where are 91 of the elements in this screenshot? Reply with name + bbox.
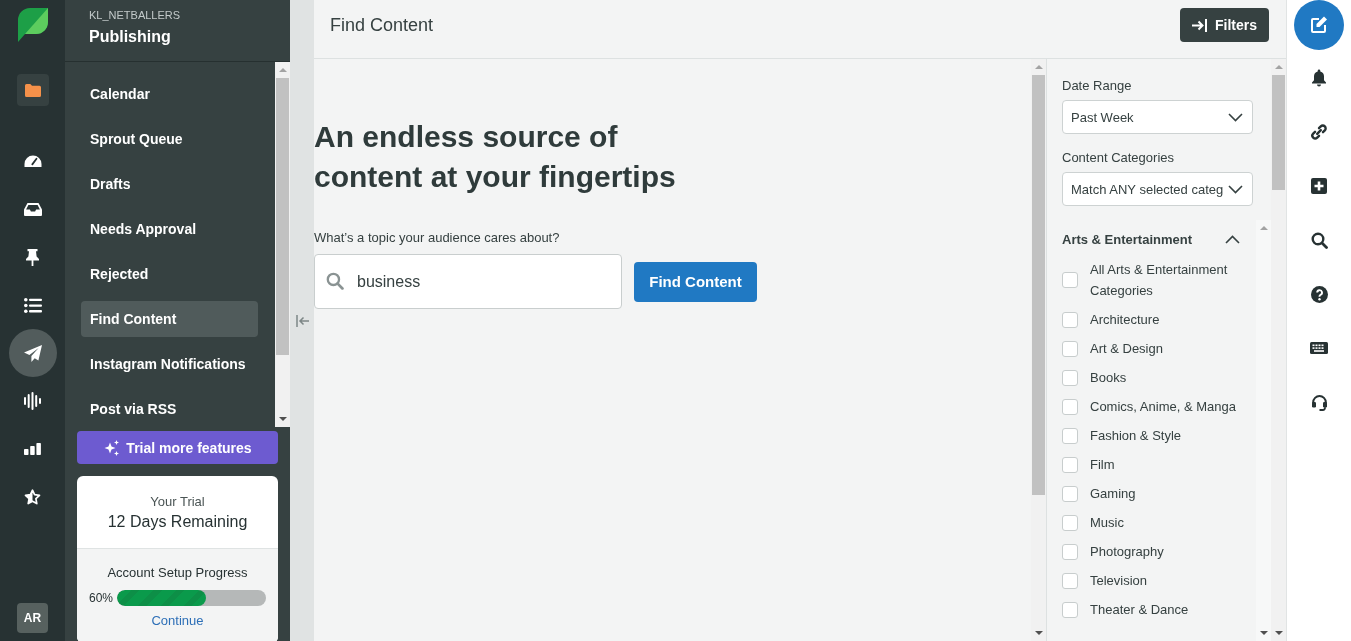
rail-nav-button[interactable] <box>8 329 57 377</box>
checkbox[interactable] <box>1062 456 1078 473</box>
pin-icon <box>26 248 39 266</box>
bar-chart-icon <box>24 443 41 455</box>
checkbox[interactable] <box>1062 272 1078 288</box>
plus-square-icon <box>1311 178 1327 194</box>
sidebar-nav-item[interactable]: Instagram Notifications <box>81 346 258 382</box>
keyboard-icon <box>1310 342 1328 354</box>
help-icon <box>1310 285 1328 303</box>
page-title: Find Content <box>330 14 434 36</box>
days-remaining: 12 Days Remaining <box>106 512 249 532</box>
category-label[interactable]: Comics, Anime, & Manga <box>1090 396 1236 417</box>
field-label: Content Categories <box>1061 149 1175 167</box>
field-label: Date Range <box>1061 77 1133 95</box>
account-name: KL_NETBALLERS <box>89 8 182 22</box>
search-icon <box>326 272 344 290</box>
leaf-logo-icon[interactable] <box>17 8 48 42</box>
search-field[interactable]: business <box>314 254 622 309</box>
section-title: Publishing <box>89 27 172 47</box>
progress-title: Account Setup Progress <box>106 564 249 582</box>
scroll-down-arrow-icon[interactable] <box>278 417 287 421</box>
category-group-title[interactable]: Arts & Entertainment <box>1062 231 1193 247</box>
headline: An endless source of content at your fingertips <box>314 119 677 195</box>
list-icon <box>23 297 42 313</box>
sidebar-nav-item[interactable]: Post via RSS <box>81 391 258 427</box>
scroll-up-arrow-icon[interactable] <box>1034 65 1043 69</box>
category-label[interactable]: Music <box>1090 512 1124 533</box>
scrollbar[interactable] <box>275 62 290 427</box>
sidebar-nav-item[interactable]: Find Content <box>81 301 258 337</box>
checkbox[interactable] <box>1062 543 1078 560</box>
category-label[interactable]: Architecture <box>1090 309 1160 330</box>
sidebar-nav-item[interactable]: Sprout Queue <box>81 121 258 157</box>
sidebar-nav-item[interactable]: Calendar <box>81 76 258 112</box>
find-content-button[interactable]: Find Content <box>634 261 757 302</box>
folder-button[interactable] <box>16 74 49 106</box>
checkbox[interactable] <box>1062 398 1078 415</box>
half-star-icon <box>24 489 41 505</box>
scrollbar[interactable] <box>1256 220 1271 641</box>
checkbox[interactable] <box>1062 311 1078 328</box>
filters-button[interactable]: Filters <box>1180 8 1269 42</box>
checkbox[interactable] <box>1062 514 1078 531</box>
folder-icon <box>24 83 41 97</box>
checkbox[interactable] <box>1062 572 1078 589</box>
search-icon <box>1310 231 1328 249</box>
trial-features-button[interactable]: Trial more features <box>77 431 278 464</box>
scrollbar-thumb[interactable] <box>1272 75 1285 190</box>
collapse-icon[interactable] <box>295 314 309 327</box>
category-label[interactable]: Art & Design <box>1090 338 1163 359</box>
scroll-down-arrow-icon[interactable] <box>1034 631 1043 635</box>
category-label[interactable]: Books <box>1090 367 1127 388</box>
category-label[interactable]: Gaming <box>1090 483 1136 504</box>
checkbox[interactable] <box>1062 369 1078 386</box>
dropdown[interactable]: Match ANY selected categ <box>1062 172 1253 206</box>
trial-label: Your Trial <box>149 493 206 511</box>
waveform-icon <box>24 392 41 410</box>
dropdown[interactable]: Past Week <box>1062 100 1253 134</box>
sidebar-nav-item[interactable]: Rejected <box>81 256 258 292</box>
category-label[interactable]: Fashion & Style <box>1090 425 1182 446</box>
scrollbar-thumb[interactable] <box>1032 75 1045 495</box>
scroll-up-arrow-icon[interactable] <box>278 68 287 72</box>
sparkle-icon <box>103 439 121 456</box>
inbox-tray-icon <box>23 202 42 216</box>
chevron-down-icon <box>1228 184 1243 194</box>
progress-reading: 60% <box>89 590 114 606</box>
checkbox[interactable] <box>1062 340 1078 357</box>
compose-button[interactable] <box>1294 0 1344 50</box>
compose-icon <box>1310 16 1328 34</box>
paper-plane-icon <box>23 344 42 362</box>
category-label[interactable]: Theater & Dance <box>1090 599 1189 620</box>
continue-link[interactable]: Continue <box>151 612 204 630</box>
arrow-to-bar-icon <box>1192 18 1207 32</box>
checkbox[interactable] <box>1062 601 1078 618</box>
gauge-icon <box>23 155 42 167</box>
link-icon <box>1310 123 1328 141</box>
category-label[interactable]: Film <box>1090 454 1115 475</box>
scroll-up-arrow-icon[interactable] <box>1274 65 1283 69</box>
checkbox[interactable] <box>1062 427 1078 444</box>
category-label[interactable]: All Arts & Entertainment Categories <box>1090 259 1245 301</box>
chevron-down-icon <box>1228 112 1243 122</box>
category-label[interactable]: Television <box>1090 570 1148 591</box>
search-label: What’s a topic your audience cares about? <box>314 229 561 247</box>
user-avatar[interactable]: AR <box>17 603 48 633</box>
scrollbar-thumb[interactable] <box>276 78 289 355</box>
sidebar-nav-item[interactable]: Drafts <box>81 166 258 202</box>
headset-icon <box>1310 393 1328 411</box>
category-label[interactable]: Photography <box>1090 541 1164 562</box>
scroll-up-arrow-icon[interactable] <box>1259 226 1268 230</box>
checkbox[interactable] <box>1062 485 1078 502</box>
chevron-up-icon[interactable] <box>1225 234 1240 244</box>
sidebar-nav-item[interactable]: Needs Approval <box>81 211 258 247</box>
bell-icon <box>1311 69 1327 87</box>
